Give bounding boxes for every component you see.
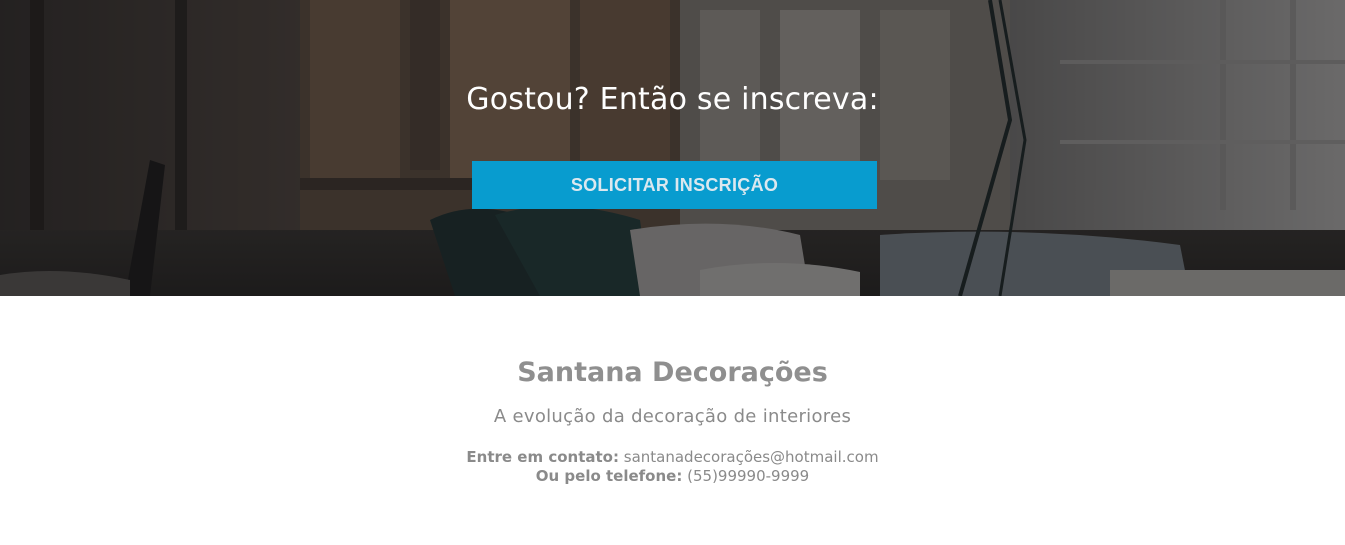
contact-phone-label: Ou pelo telefone:	[535, 467, 683, 485]
brand-tagline: A evolução da decoração de interiores	[493, 406, 852, 427]
footer-section: Santana Decorações A evolução da decoraç…	[0, 296, 1345, 545]
hero-title: Gostou? Então se inscreva:	[466, 82, 879, 117]
contact-email-line: Entre em contato: santanadecorações@hotm…	[0, 448, 1345, 466]
contact-email-value: santanadecorações@hotmail.com	[623, 448, 879, 466]
hero-content: Gostou? Então se inscreva: SOLICITAR INS…	[0, 0, 1345, 296]
hero-section: Gostou? Então se inscreva: SOLICITAR INS…	[0, 0, 1345, 296]
contact-phone-value: (55)99990-9999	[687, 467, 810, 485]
contact-phone-line: Ou pelo telefone: (55)99990-9999	[0, 467, 1345, 485]
request-subscription-button[interactable]: SOLICITAR INSCRIÇÃO	[472, 161, 877, 209]
brand-name: Santana Decorações	[517, 357, 828, 388]
contact-email-label: Entre em contato:	[466, 448, 619, 466]
